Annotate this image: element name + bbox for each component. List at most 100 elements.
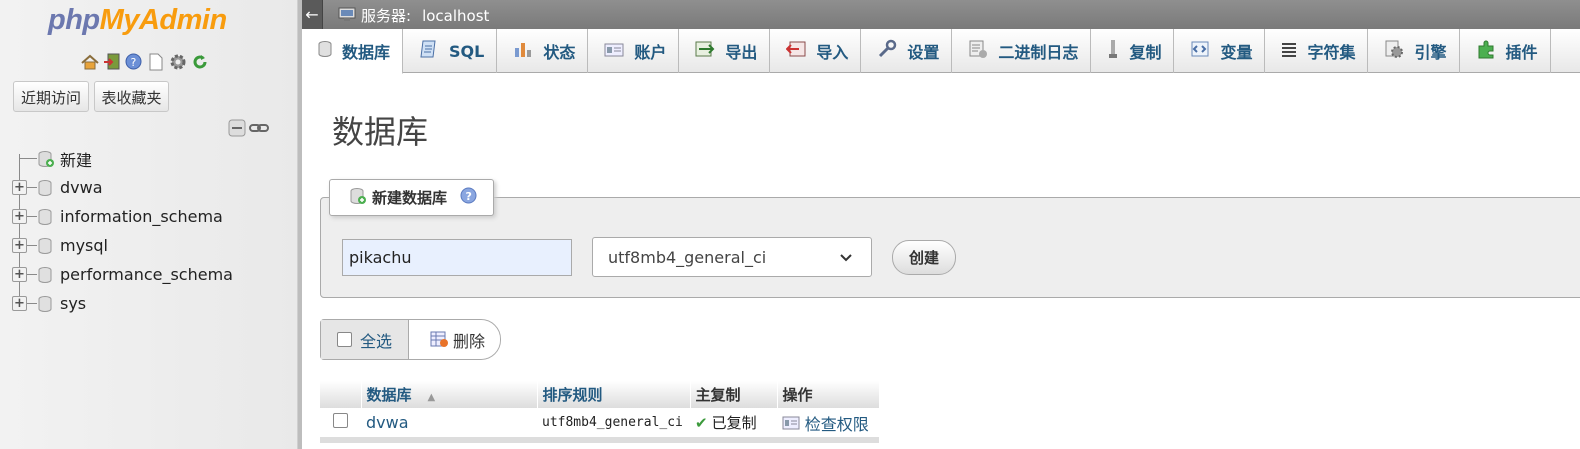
tree-controls: [228, 119, 269, 141]
tree-label-new[interactable]: 新建: [60, 147, 92, 171]
select-all[interactable]: 全选: [321, 320, 409, 359]
tree-label-mysql[interactable]: mysql: [60, 236, 108, 255]
tree-item-database[interactable]: + information_schema: [10, 202, 233, 231]
navigation-panel: phpMyAdmin ? 近期访问 表收藏夹 新建 + dvwa + infor…: [0, 0, 298, 449]
link-icon[interactable]: [249, 119, 269, 141]
tab-plugins[interactable]: 插件: [1460, 29, 1551, 73]
new-database-icon: [37, 150, 55, 172]
create-button[interactable]: 创建: [892, 240, 956, 275]
sort-asc-icon: ▲: [427, 392, 436, 403]
sql-icon: [419, 39, 439, 63]
table-header-row: 数据库 ▲ 排序规则 主复制 操作: [320, 381, 880, 408]
tree-label-performance-schema[interactable]: performance_schema: [60, 265, 233, 284]
database-icon: [37, 295, 53, 317]
variables-icon: [1190, 40, 1210, 62]
recent-button[interactable]: 近期访问: [13, 81, 89, 112]
delete-button[interactable]: 删除: [409, 320, 500, 359]
phpmyadmin-logo[interactable]: phpMyAdmin: [48, 4, 227, 37]
quick-icons: ?: [80, 52, 209, 71]
expand-icon[interactable]: +: [12, 180, 27, 195]
row-database-name[interactable]: dvwa: [361, 408, 537, 443]
tree-item-new[interactable]: 新建: [10, 144, 233, 173]
binlog-icon: [968, 39, 988, 63]
exit-icon[interactable]: [102, 52, 121, 71]
charset-icon: [1281, 41, 1297, 61]
home-icon[interactable]: [80, 52, 99, 71]
header-label[interactable]: 数据库: [367, 386, 412, 404]
breadcrumb[interactable]: 服务器: localhost: [338, 5, 489, 26]
help-icon[interactable]: ?: [124, 52, 143, 71]
chevron-down-icon: [839, 250, 853, 269]
expand-icon[interactable]: +: [12, 238, 27, 253]
tab-status[interactable]: 状态: [497, 29, 589, 73]
expand-icon[interactable]: +: [12, 267, 27, 282]
top-menu-tabs: 数据库 SQL 状态 账户 导出 导入 设置 二进制日志 复制 变量 字符集 引…: [302, 29, 1580, 74]
tree-item-database[interactable]: + sys: [10, 289, 233, 318]
settings-icon[interactable]: [168, 52, 187, 71]
tree-label-sys[interactable]: sys: [60, 294, 86, 313]
header-collation[interactable]: 排序规则: [537, 381, 691, 408]
tab-label: SQL: [449, 41, 485, 61]
row-checkbox-cell: [320, 408, 361, 443]
tab-import[interactable]: 导入: [770, 29, 862, 73]
accounts-icon: [604, 42, 624, 61]
reload-icon[interactable]: [190, 52, 209, 71]
drop-icon: [429, 328, 449, 352]
tab-sql[interactable]: SQL: [403, 29, 498, 73]
database-link[interactable]: dvwa: [366, 413, 409, 432]
page-title: 数据库: [332, 113, 429, 151]
create-database-legend: 新建数据库 ?: [329, 179, 494, 216]
tree-label-information-schema[interactable]: information_schema: [60, 207, 223, 226]
export-icon: [695, 40, 715, 62]
tab-label: 变量: [1220, 43, 1253, 62]
tab-variables[interactable]: 变量: [1174, 29, 1266, 73]
svg-text:?: ?: [466, 190, 472, 203]
tab-charsets[interactable]: 字符集: [1265, 29, 1369, 73]
select-all-checkbox[interactable]: [337, 332, 352, 347]
header-label[interactable]: 排序规则: [543, 386, 603, 404]
row-checkbox[interactable]: [333, 413, 348, 428]
check-icon: ✔: [695, 414, 708, 432]
help-icon[interactable]: ?: [460, 187, 477, 208]
tab-accounts[interactable]: 账户: [588, 29, 680, 73]
tree-item-database[interactable]: + performance_schema: [10, 260, 233, 289]
header-actions: 操作: [777, 381, 880, 408]
tree-item-database[interactable]: + dvwa: [10, 173, 233, 202]
tab-settings[interactable]: 设置: [861, 29, 953, 73]
favorites-button[interactable]: 表收藏夹: [94, 81, 169, 112]
row-replication: ✔ 已复制: [690, 408, 777, 443]
expand-icon[interactable]: +: [12, 209, 27, 224]
tab-engines[interactable]: 引擎: [1368, 29, 1460, 73]
server-name[interactable]: localhost: [422, 7, 489, 25]
tab-label: 引擎: [1414, 43, 1447, 62]
docs-icon[interactable]: [146, 52, 165, 71]
tab-label: 导入: [816, 43, 849, 62]
tab-label: 导出: [725, 43, 758, 62]
back-arrow-icon[interactable]: ←: [302, 0, 323, 29]
database-icon: [37, 179, 53, 201]
collapse-all-icon[interactable]: [228, 119, 246, 141]
replication-status: 已复制: [711, 414, 757, 432]
database-icon: [37, 237, 53, 259]
row-collation: utf8mb4_general_ci: [537, 408, 690, 443]
check-privileges-link[interactable]: 检查权限: [805, 415, 869, 434]
database-tree: 新建 + dvwa + information_schema + mysql +…: [10, 144, 233, 318]
expand-icon[interactable]: +: [12, 296, 27, 311]
tab-binary-log[interactable]: 二进制日志: [952, 29, 1092, 73]
server-icon: [338, 6, 356, 26]
tree-label-dvwa[interactable]: dvwa: [60, 178, 103, 197]
tab-export[interactable]: 导出: [679, 29, 771, 73]
header-database[interactable]: 数据库 ▲: [361, 381, 538, 408]
collation-select[interactable]: utf8mb4_general_ci: [592, 237, 872, 277]
import-icon: [785, 40, 806, 62]
database-name-input[interactable]: [342, 239, 572, 276]
tab-label: 复制: [1129, 43, 1162, 62]
tab-databases[interactable]: 数据库: [302, 29, 404, 74]
engine-icon: [1384, 39, 1404, 63]
header-checkbox-col: [320, 381, 362, 408]
row-action[interactable]: 检查权限: [777, 408, 879, 443]
select-all-label[interactable]: 全选: [360, 328, 392, 352]
tree-item-database[interactable]: + mysql: [10, 231, 233, 260]
tab-replication[interactable]: 复制: [1091, 29, 1175, 73]
replication-icon: [1107, 39, 1119, 63]
